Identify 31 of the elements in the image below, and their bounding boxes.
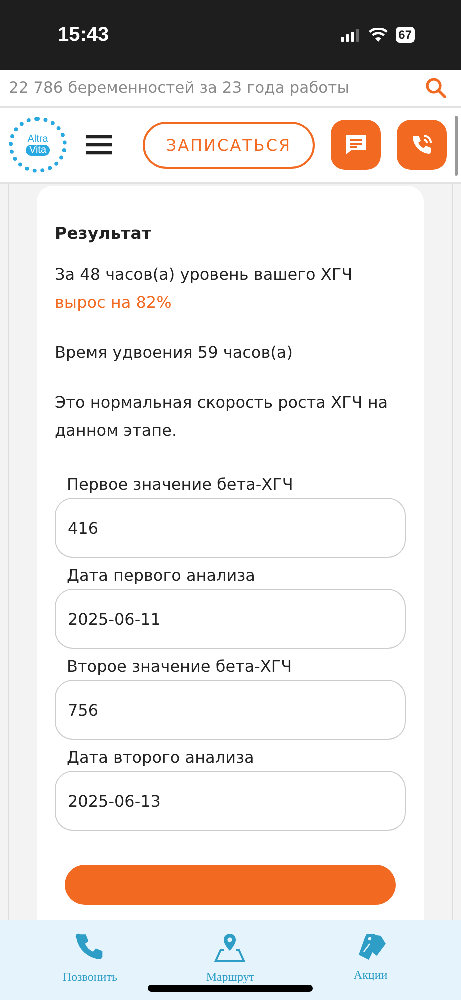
chat-button[interactable] [331, 120, 381, 170]
result-summary: За 48 часов(а) уровень вашего ХГЧ вырос на 82% [55, 264, 354, 314]
input-field[interactable]: 416 [55, 498, 406, 558]
input-field[interactable]: 2025-06-13 [55, 771, 406, 831]
field-label: Второе значение бета-ХГЧ [66, 657, 294, 676]
clock: 15:43 [58, 24, 110, 46]
logo-text: Vita [26, 145, 50, 156]
nav-item[interactable]: Акции [320, 932, 421, 1000]
input-field[interactable]: 756 [55, 680, 406, 740]
result-title: Результат [55, 224, 152, 243]
signup-button[interactable]: ЗАПИСАТЬСЯ [143, 122, 315, 168]
doubling-time: Время удвоения 59 часов(а) [55, 342, 294, 364]
wifi-icon [368, 28, 388, 42]
nav-item[interactable]: Маршрут [180, 932, 280, 1000]
call-button[interactable] [397, 120, 447, 170]
chat-icon [343, 132, 369, 158]
battery-indicator: 67 [396, 27, 415, 43]
field-label: Первое значение бета-ХГЧ [66, 475, 294, 494]
signal-icon [340, 28, 361, 42]
input-field[interactable]: 2025-06-11 [55, 589, 406, 649]
menu-icon[interactable] [85, 134, 113, 156]
logo-text: Altra [28, 134, 48, 145]
logo[interactable]: Altra Vita [9, 117, 67, 173]
submit-button[interactable] [65, 865, 396, 905]
field-label: Дата первого анализа [66, 566, 256, 585]
field-label: Дата второго анализа [66, 748, 256, 767]
nav-item[interactable]: Позвонить [40, 932, 140, 1000]
search-icon[interactable] [425, 77, 447, 99]
map-pin-icon [214, 932, 246, 964]
phone-icon [410, 133, 434, 157]
result-verdict: Это нормальная скорость роста ХГЧ на данном этапе. [55, 392, 390, 442]
